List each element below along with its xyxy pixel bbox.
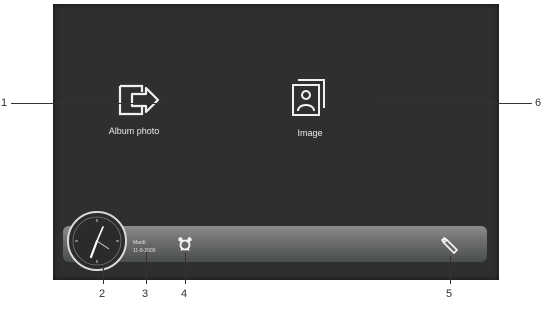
image-label: Image [297, 128, 323, 138]
callout-6: 6 [535, 97, 542, 109]
date-label: 11-8-2009 [133, 248, 156, 254]
callout-line-1 [11, 103, 161, 104]
analog-clock-icon[interactable] [67, 211, 127, 271]
callout-2: 2 [99, 288, 106, 300]
callout-line-4 [185, 252, 186, 284]
callout-1: 1 [1, 97, 8, 109]
callout-5: 5 [446, 288, 453, 300]
image-icon [288, 79, 332, 122]
album-photo-button[interactable]: Album photo [94, 76, 174, 136]
callout-line-5 [450, 256, 451, 284]
callout-line-2 [103, 265, 104, 284]
date-display: Mardi 11-8-2009 [133, 239, 155, 255]
image-button[interactable]: Image [280, 76, 340, 138]
callout-line-6 [377, 103, 532, 104]
callout-4: 4 [181, 288, 188, 300]
album-photo-label: Album photo [108, 126, 160, 136]
callout-line-3 [146, 252, 147, 284]
day-label: Mardi [133, 240, 146, 246]
album-photo-icon [106, 84, 162, 120]
callout-3: 3 [142, 288, 149, 300]
